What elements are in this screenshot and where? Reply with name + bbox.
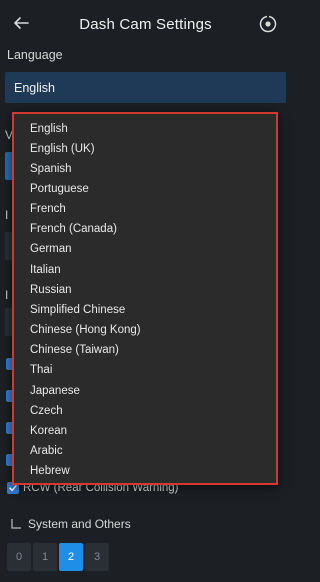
language-selected-value: English [14,80,55,95]
page-button-3[interactable]: 3 [85,543,109,571]
top-bar: Dash Cam Settings [0,0,291,48]
dropdown-option[interactable]: Arabic [30,445,63,457]
dropdown-option[interactable]: Thai [30,364,52,376]
obscured-setting-label: I [5,288,9,302]
dropdown-option[interactable]: Italian [30,264,61,276]
system-and-others-label: System and Others [28,517,131,531]
dropdown-option[interactable]: Portuguese [30,183,89,195]
back-arrow-icon[interactable] [10,12,32,34]
dropdown-option[interactable]: Spanish [30,163,72,175]
page-button-1[interactable]: 1 [33,543,57,571]
system-and-others-header: System and Others [10,517,131,531]
dropdown-option[interactable]: Chinese (Taiwan) [30,344,119,356]
dropdown-option[interactable]: Hebrew [30,465,70,477]
page-button-0[interactable]: 0 [7,543,31,571]
dropdown-option[interactable]: Chinese (Hong Kong) [30,324,141,336]
dropdown-option[interactable]: Czech [30,405,63,417]
language-select[interactable]: English [5,72,286,103]
obscured-setting-label: I [5,208,9,222]
dropdown-option[interactable]: German [30,243,72,255]
dropdown-option[interactable]: Korean [30,425,67,437]
tree-branch-icon [10,518,22,530]
dropdown-option[interactable]: French [30,203,66,215]
target-settings-icon[interactable] [257,13,279,35]
dropdown-option[interactable]: Japanese [30,385,80,397]
language-label: Language [7,48,63,62]
dropdown-option[interactable]: French (Canada) [30,223,117,235]
dropdown-option[interactable]: English (UK) [30,143,95,155]
dropdown-option[interactable]: Simplified Chinese [30,304,125,316]
dropdown-option[interactable]: Russian [30,284,72,296]
pagination: 0 1 2 3 [7,543,109,571]
page-title: Dash Cam Settings [79,15,212,33]
language-dropdown-menu: English English (UK) Spanish Portuguese … [12,112,278,485]
page-button-2[interactable]: 2 [59,543,83,571]
dropdown-option[interactable]: English [30,123,68,135]
